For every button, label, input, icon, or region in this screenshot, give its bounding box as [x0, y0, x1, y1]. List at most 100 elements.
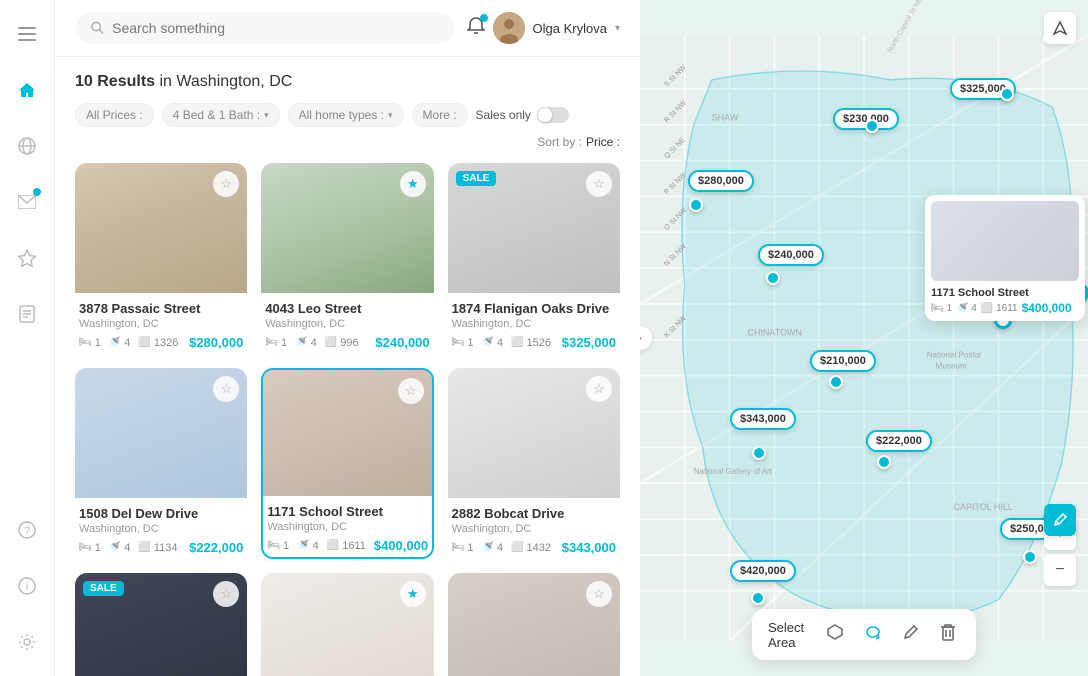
dot-pin-9[interactable]	[751, 591, 765, 605]
property-card-7[interactable]: SALE ☆ 4129 Broadcast Drive Washington, …	[75, 573, 247, 676]
bed-count-3: 1	[467, 337, 473, 349]
dot-pin-6[interactable]	[829, 375, 843, 389]
dot-pin-4[interactable]	[766, 271, 780, 285]
property-card-3[interactable]: SALE ☆ 1874 Flanigan Oaks Drive Washingt…	[448, 163, 620, 354]
sales-toggle[interactable]	[537, 107, 569, 123]
property-stats-3: 🛏 1 🚿 4 ⬜ 1526 $325,000	[452, 335, 616, 350]
price-label-240000[interactable]: $240,000	[758, 244, 824, 266]
delete-tool[interactable]	[936, 619, 960, 650]
dot-pin-8[interactable]	[877, 455, 891, 469]
filters-bar: All Prices : 4 Bed & 1 Bath : ▾ All home…	[75, 103, 620, 149]
favorite-button-3[interactable]: ☆	[586, 171, 612, 197]
property-image-2: ★	[261, 163, 433, 293]
property-location-1: Washington, DC	[79, 318, 243, 330]
dot-pin-2[interactable]	[865, 119, 879, 133]
price-label-222000[interactable]: $222,000	[866, 430, 932, 452]
price-filter[interactable]: All Prices :	[75, 103, 154, 127]
sidebar-item-star[interactable]	[9, 240, 45, 276]
favorite-button-7[interactable]: ☆	[213, 581, 239, 607]
draw-tool-button[interactable]	[1044, 504, 1076, 536]
property-card-6[interactable]: ☆ 2882 Bobcat Drive Washington, DC 🛏 1 🚿…	[448, 368, 620, 559]
property-card-5[interactable]: ☆ 1171 School Street Washington, DC 🛏 1 …	[261, 368, 433, 559]
beds-filter-label: 4 Bed & 1 Bath :	[173, 108, 260, 122]
sidebar-item-document[interactable]	[9, 296, 45, 332]
favorite-button-1[interactable]: ☆	[213, 171, 239, 197]
sidebar-item-home[interactable]	[9, 72, 45, 108]
results-title: 10 Results in Washington, DC	[75, 73, 292, 90]
property-image-7: SALE ☆	[75, 573, 247, 676]
favorite-button-2[interactable]: ★	[400, 171, 426, 197]
sidebar-item-settings[interactable]	[9, 624, 45, 660]
popup-property-name: 1171 School Street	[931, 287, 1079, 299]
sidebar-item-help[interactable]: ?	[9, 512, 45, 548]
property-name-4: 1508 Del Dew Drive	[79, 506, 243, 521]
user-dropdown-icon[interactable]: ▾	[615, 23, 620, 34]
property-info-5: 1171 School Street Washington, DC 🛏 1 🚿 …	[263, 496, 431, 557]
property-info-3: 1874 Flanigan Oaks Drive Washington, DC …	[448, 293, 620, 354]
dot-pin-7[interactable]	[752, 446, 766, 460]
dot-pin-10[interactable]	[1023, 550, 1037, 564]
bed-icon-4: 🛏	[79, 542, 92, 553]
stat-bed-5: 🛏 1	[267, 540, 289, 552]
price-label-343000[interactable]: $343,000	[730, 408, 796, 430]
favorite-button-5[interactable]: ☆	[398, 378, 424, 404]
dot-pin-1[interactable]	[1000, 87, 1014, 101]
bath-count-6: 4	[497, 542, 503, 554]
property-card-9[interactable]: ☆ 745 Pine Tree Lane Washington, DC 🛏 1 …	[448, 573, 620, 676]
svg-text:?: ?	[24, 525, 30, 537]
stat-bed-3: 🛏 1	[452, 337, 474, 349]
property-card-8[interactable]: ★ 686 Rhode Island Avenue Washington, DC…	[261, 573, 433, 676]
property-card-2[interactable]: ★ 4043 Leo Street Washington, DC 🛏 1 🚿 4	[261, 163, 433, 354]
notification-button[interactable]	[467, 17, 485, 40]
favorite-button-8[interactable]: ★	[400, 581, 426, 607]
favorite-button-4[interactable]: ☆	[213, 376, 239, 402]
bed-icon-1: 🛏	[79, 337, 92, 348]
sqft-icon-1: ⬜	[138, 337, 150, 348]
sqft-icon-3: ⬜	[511, 337, 523, 348]
bed-count-6: 1	[467, 542, 473, 554]
beds-filter[interactable]: 4 Bed & 1 Bath : ▾	[162, 103, 280, 127]
search-bar[interactable]	[75, 12, 455, 44]
map-panel: ›	[640, 0, 1088, 676]
more-filter[interactable]: More :	[412, 103, 468, 127]
results-header: 10 Results in Washington, DC	[75, 73, 620, 91]
popup-stats: 🛏 1 🚿 4 ⬜ 1611 $400,000	[931, 301, 1079, 315]
select-area-label: Select Area	[768, 620, 810, 650]
lasso-tool[interactable]	[860, 619, 886, 650]
zoom-out-button[interactable]: −	[1044, 554, 1076, 586]
sort-value[interactable]: Price :	[586, 135, 620, 149]
sidebar-item-mail[interactable]	[9, 184, 45, 220]
property-info-1: 3878 Passaic Street Washington, DC 🛏 1 🚿…	[75, 293, 247, 354]
property-info-2: 4043 Leo Street Washington, DC 🛏 1 🚿 4 ⬜…	[261, 293, 433, 354]
price-label-280000[interactable]: $280,000	[688, 170, 754, 192]
svg-text:National Gallery of Art: National Gallery of Art	[694, 467, 773, 476]
more-filter-label: More :	[423, 108, 457, 122]
sidebar: ? i	[0, 0, 55, 676]
price-filter-label: All Prices :	[86, 108, 143, 122]
location-button[interactable]	[1044, 12, 1076, 44]
polygon-tool[interactable]	[822, 619, 848, 650]
bed-count-2: 1	[281, 337, 287, 349]
sidebar-item-globe[interactable]	[9, 128, 45, 164]
dot-pin-3[interactable]	[689, 198, 703, 212]
search-input[interactable]	[112, 20, 438, 36]
price-label-420000[interactable]: $420,000	[730, 560, 796, 582]
property-card-4[interactable]: ☆ 1508 Del Dew Drive Washington, DC 🛏 1 …	[75, 368, 247, 559]
home-type-filter[interactable]: All home types : ▾	[288, 103, 404, 127]
bed-count-1: 1	[95, 337, 101, 349]
property-card-1[interactable]: ☆ 3878 Passaic Street Washington, DC 🛏 1…	[75, 163, 247, 354]
user-area: Olga Krylova ▾	[467, 12, 620, 44]
home-type-chevron: ▾	[388, 110, 393, 121]
sqft-icon-6: ⬜	[511, 542, 523, 553]
bath-icon-5: 🚿	[297, 540, 309, 551]
sidebar-item-info[interactable]: i	[9, 568, 45, 604]
price-label-210000[interactable]: $210,000	[810, 350, 876, 372]
map-popup[interactable]: 1171 School Street 🛏 1 🚿 4 ⬜ 1611 $400,0…	[925, 195, 1085, 321]
sidebar-item-menu[interactable]	[9, 16, 45, 52]
property-price-2: $240,000	[375, 335, 429, 350]
sqft-value-4: 1134	[154, 542, 178, 554]
bath-icon-1: 🚿	[109, 337, 121, 348]
pencil-tool[interactable]	[898, 619, 924, 650]
favorite-button-9[interactable]: ☆	[586, 581, 612, 607]
favorite-button-6[interactable]: ☆	[586, 376, 612, 402]
